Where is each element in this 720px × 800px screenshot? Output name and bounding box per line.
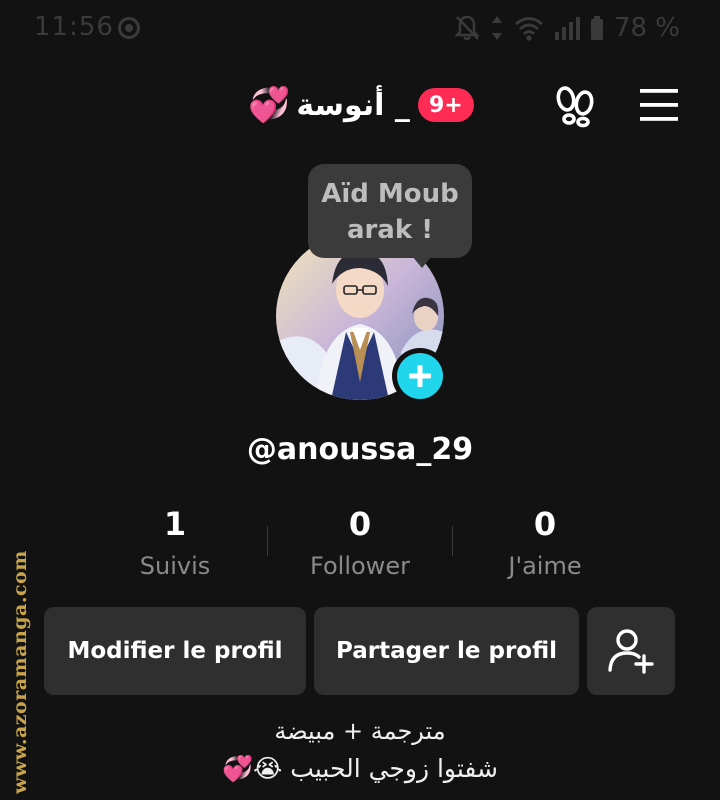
- profile-header: 💞 أنوسة _ 9+: [0, 70, 720, 140]
- profile-stats: 1 Suivis 0 Follower 0 J'aime: [0, 500, 720, 590]
- stat-label: Suivis: [139, 552, 211, 580]
- add-user-icon: [608, 629, 654, 674]
- stat-following[interactable]: 1 Suivis: [75, 500, 275, 580]
- menu-icon: [640, 89, 678, 121]
- stat-value: 0: [533, 505, 557, 543]
- profile-title: أنوسة _: [296, 87, 410, 123]
- bio-line: مترجمة + مبيضة: [274, 717, 446, 745]
- signal-icon: [554, 17, 580, 40]
- footprint-icon: [556, 86, 594, 128]
- account-switcher[interactable]: 💞 أنوسة _ 9+: [248, 82, 474, 128]
- avatar-tooltip[interactable]: Aïd Moub arak !: [308, 164, 472, 268]
- share-profile-button[interactable]: Partager le profil: [314, 607, 579, 695]
- stat-followers[interactable]: 0 Follower: [260, 500, 460, 580]
- edit-profile-button[interactable]: Modifier le profil: [44, 607, 306, 695]
- stat-label: Follower: [310, 552, 410, 580]
- stat-value: 1: [163, 505, 187, 543]
- watermark: www.azoramanga.com: [8, 550, 32, 794]
- add-friend-button[interactable]: [587, 607, 675, 695]
- stat-likes[interactable]: 0 J'aime: [445, 500, 645, 580]
- battery-icon: [590, 16, 603, 40]
- whatsapp-icon: [118, 17, 140, 39]
- bio-line: شفتوا زوجي الحبيب 😭💞: [222, 754, 498, 783]
- status-bar: 11:56 78 %: [0, 0, 720, 56]
- battery-percent: 78 %: [613, 13, 680, 43]
- stat-value: 0: [348, 505, 372, 543]
- username[interactable]: @anoussa_29: [0, 432, 720, 467]
- footprint-button[interactable]: [552, 84, 600, 128]
- avatar-add-circle: [397, 353, 443, 399]
- status-icons: 78 %: [454, 13, 680, 43]
- stat-label: J'aime: [508, 552, 582, 580]
- status-time: 11:56: [34, 12, 114, 42]
- title-emoji: 💞: [248, 85, 291, 125]
- plus-icon: [409, 365, 431, 387]
- data-arrows-icon: [491, 16, 502, 40]
- wifi-icon: [515, 17, 543, 41]
- avatar-add-button[interactable]: [392, 348, 448, 404]
- watermark-text: www.azoramanga.com: [9, 550, 31, 794]
- menu-button[interactable]: [636, 86, 682, 126]
- notification-badge: 9+: [417, 88, 474, 122]
- bell-off-icon: [454, 15, 480, 41]
- profile-bio: مترجمة + مبيضة شفتوا زوجي الحبيب 😭💞: [0, 712, 720, 788]
